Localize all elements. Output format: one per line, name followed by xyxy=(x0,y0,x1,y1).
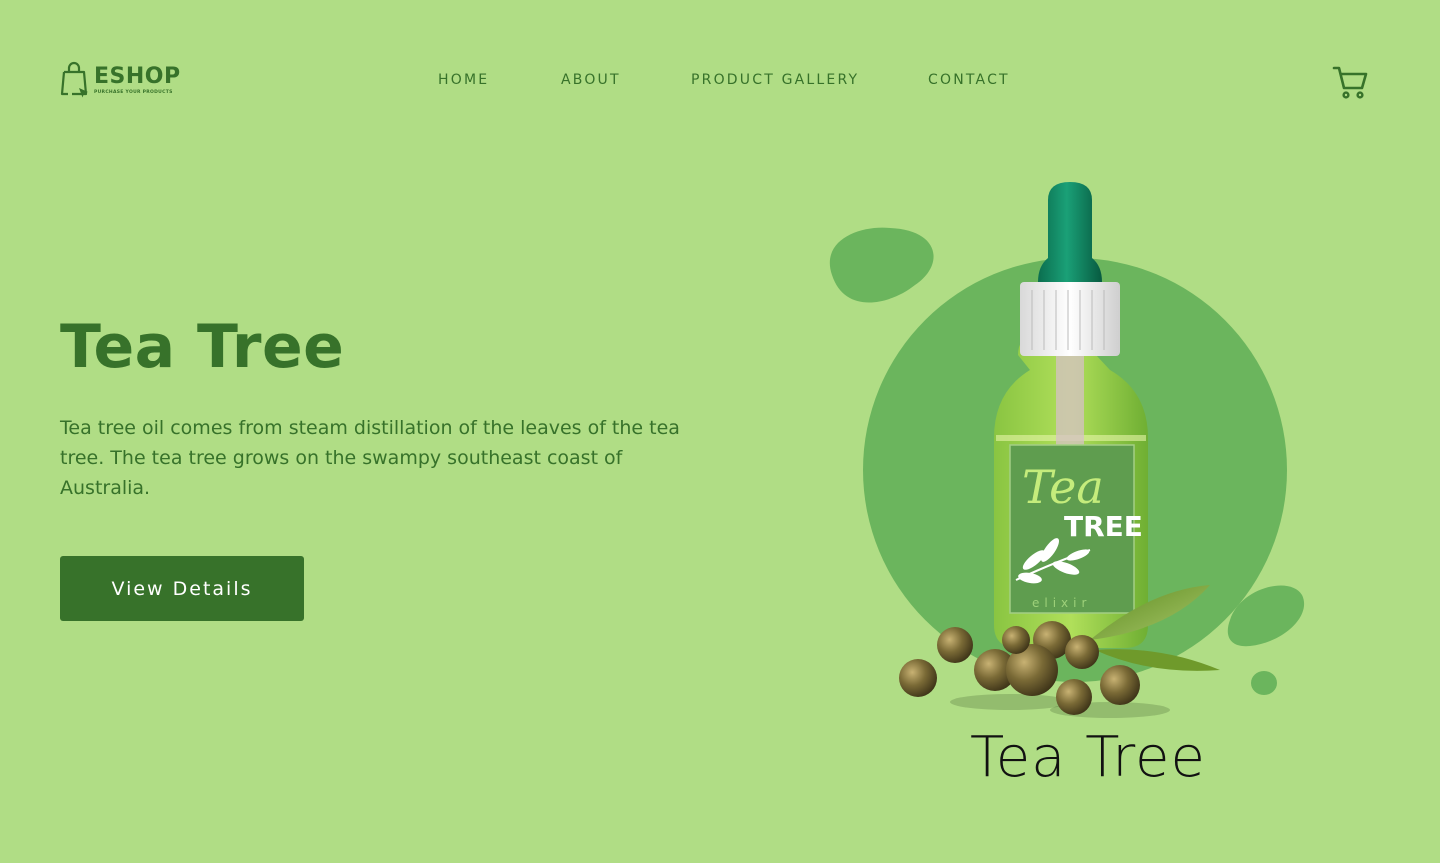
decor-dot-right xyxy=(1251,671,1277,695)
nav-about[interactable]: ABOUT xyxy=(561,72,621,88)
seed xyxy=(1065,635,1099,669)
label-sub: elixir xyxy=(1032,596,1091,610)
seed xyxy=(1100,665,1140,705)
product-illustration: Tea TREE elixir xyxy=(829,182,1305,718)
product-caption: Tea Tree xyxy=(970,725,1206,790)
seed xyxy=(899,659,937,697)
decor-blob-top-left xyxy=(829,227,934,303)
seed xyxy=(937,627,973,663)
nav-contact[interactable]: CONTACT xyxy=(928,72,1010,88)
nav-product-gallery[interactable]: PRODUCT GALLERY xyxy=(691,72,859,88)
dropper-cap xyxy=(1038,182,1102,282)
dropper-ring xyxy=(1020,282,1120,356)
seed xyxy=(1002,626,1030,654)
main-nav: HOME ABOUT PRODUCT GALLERY CONTACT xyxy=(0,72,1440,92)
nav-home[interactable]: HOME xyxy=(438,72,489,88)
cart-icon[interactable] xyxy=(1332,64,1368,100)
hero-description: Tea tree oil comes from steam distillati… xyxy=(60,417,680,499)
hero-title: Tea Tree xyxy=(60,312,345,382)
view-details-button[interactable]: View Details xyxy=(60,556,304,621)
label-word: TREE xyxy=(1064,510,1143,543)
label-script: Tea xyxy=(1022,460,1104,514)
seed xyxy=(1056,679,1092,715)
